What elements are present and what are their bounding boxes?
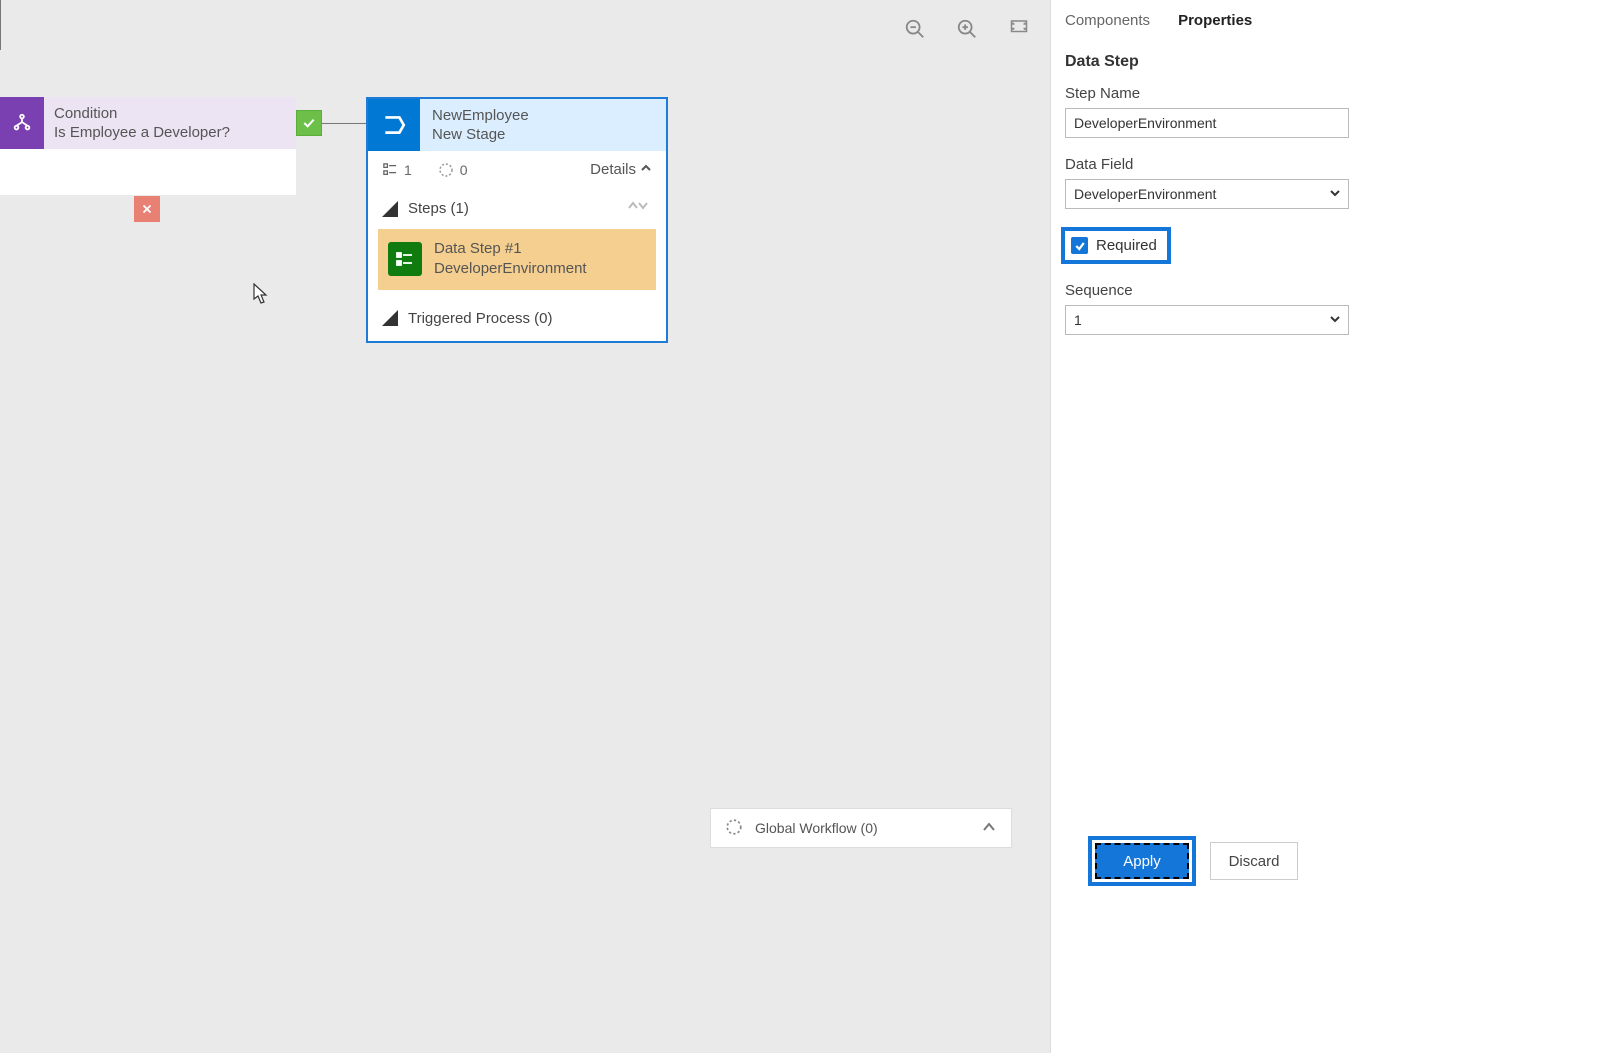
connector-line <box>0 0 1 50</box>
workflow-icon <box>725 818 743 839</box>
chevron-up-icon <box>640 161 652 178</box>
connector-line <box>322 123 366 124</box>
data-step-title: Data Step #1 <box>434 239 587 259</box>
required-label: Required <box>1096 237 1157 254</box>
stage-node[interactable]: NewEmployee New Stage 1 0 Details <box>366 97 668 343</box>
zoom-in-icon[interactable] <box>956 18 978 40</box>
details-toggle[interactable]: Details <box>590 161 652 178</box>
triggered-label: Triggered Process (0) <box>408 310 553 327</box>
data-step-subtitle: DeveloperEnvironment <box>434 259 587 279</box>
move-arrows-icon[interactable] <box>624 198 652 219</box>
zoom-out-icon[interactable] <box>904 18 926 40</box>
chevron-up-icon[interactable] <box>981 819 997 838</box>
expand-icon <box>382 201 398 217</box>
checkbox-checked-icon <box>1071 237 1088 254</box>
global-workflow-bar[interactable]: Global Workflow (0) <box>710 808 1012 848</box>
action-buttons: Apply Discard <box>1088 836 1298 886</box>
condition-text: Is Employee a Developer? <box>54 123 230 143</box>
branch-true-icon[interactable] <box>296 110 322 136</box>
condition-label: Condition <box>54 104 230 124</box>
apply-button[interactable]: Apply <box>1095 843 1189 879</box>
triggered-process-row[interactable]: Triggered Process (0) <box>368 300 666 341</box>
sequence-label: Sequence <box>1065 282 1584 299</box>
stage-subtitle: New Stage <box>432 125 529 145</box>
stage-title: NewEmployee <box>432 106 529 126</box>
fit-screen-icon[interactable] <box>1008 18 1030 40</box>
data-field-label: Data Field <box>1065 156 1584 173</box>
steps-label: Steps (1) <box>408 200 469 217</box>
stage-header: NewEmployee New Stage <box>368 99 666 151</box>
workflow-label: Global Workflow (0) <box>755 820 878 836</box>
data-step-item[interactable]: Data Step #1 DeveloperEnvironment <box>378 229 656 290</box>
expand-icon <box>382 310 398 326</box>
canvas-toolbar <box>904 18 1030 40</box>
step-name-input[interactable] <box>1065 108 1349 138</box>
discard-button[interactable]: Discard <box>1210 842 1298 880</box>
data-field-select[interactable]: DeveloperEnvironment <box>1065 179 1349 209</box>
sequence-select[interactable]: 1 <box>1065 305 1349 335</box>
apply-highlight: Apply <box>1088 836 1196 886</box>
steps-row[interactable]: Steps (1) <box>368 188 666 229</box>
data-step-icon <box>388 242 422 276</box>
condition-icon <box>0 97 44 149</box>
branch-false-icon[interactable] <box>134 196 160 222</box>
cursor-icon <box>253 283 269 305</box>
stage-icon <box>368 99 420 151</box>
required-checkbox-row[interactable]: Required <box>1061 227 1171 264</box>
designer-canvas[interactable]: Condition Is Employee a Developer? NewEm… <box>0 0 1050 1053</box>
step-name-label: Step Name <box>1065 85 1584 102</box>
field-count: 1 <box>382 162 412 178</box>
condition-node[interactable]: Condition Is Employee a Developer? <box>0 97 296 195</box>
tab-components[interactable]: Components <box>1065 12 1150 29</box>
tab-properties[interactable]: Properties <box>1178 12 1252 29</box>
loop-count: 0 <box>438 162 468 178</box>
stage-counts: 1 0 Details <box>368 151 666 188</box>
panel-tabs: Components Properties <box>1065 12 1584 41</box>
condition-header: Condition Is Employee a Developer? <box>0 97 296 149</box>
properties-panel: Components Properties Data Step Step Nam… <box>1050 0 1600 1053</box>
panel-title: Data Step <box>1065 53 1584 71</box>
condition-body <box>0 149 296 195</box>
